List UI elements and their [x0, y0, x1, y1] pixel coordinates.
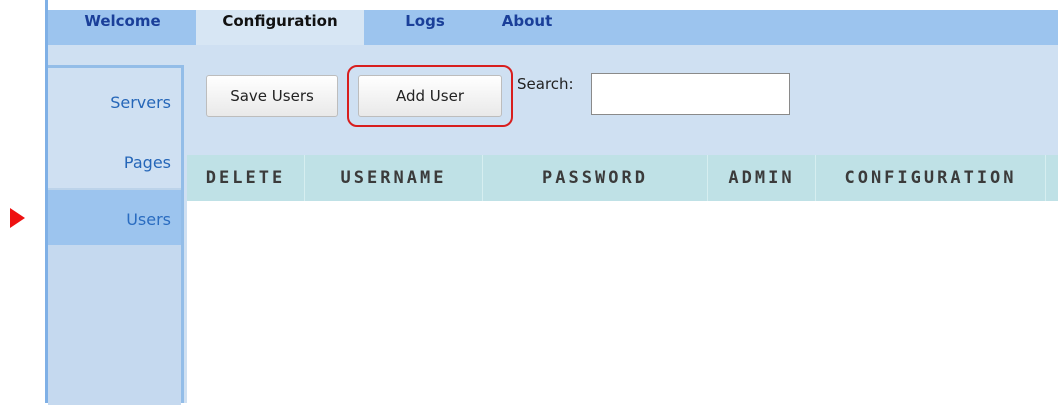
sidebar-item-servers[interactable]: Servers: [48, 88, 181, 118]
sidebar-item-users[interactable]: Users: [48, 190, 181, 245]
tab-configuration[interactable]: Configuration: [196, 10, 364, 45]
add-user-highlight: [347, 65, 513, 127]
save-users-button[interactable]: Save Users: [206, 75, 338, 117]
sidebar: Servers Pages Users: [48, 65, 184, 405]
sidebar-empty-area: [48, 245, 181, 405]
column-header-admin[interactable]: ADMIN: [708, 155, 816, 201]
tab-about[interactable]: About: [482, 10, 572, 45]
users-table-header: DELETE USERNAME PASSWORD ADMIN CONFIGURA…: [187, 155, 1058, 201]
column-header-username[interactable]: USERNAME: [305, 155, 483, 201]
column-header-delete[interactable]: DELETE: [187, 155, 305, 201]
search-label: Search:: [517, 75, 574, 93]
pointer-arrow-icon: [10, 208, 25, 228]
column-header-configuration[interactable]: CONFIGURATION: [816, 155, 1046, 201]
column-header-password[interactable]: PASSWORD: [483, 155, 708, 201]
tab-welcome[interactable]: Welcome: [65, 10, 180, 45]
tab-logs[interactable]: Logs: [380, 10, 470, 45]
users-table-body: [187, 201, 1058, 403]
search-input[interactable]: [591, 73, 790, 115]
sidebar-item-pages[interactable]: Pages: [48, 150, 181, 188]
